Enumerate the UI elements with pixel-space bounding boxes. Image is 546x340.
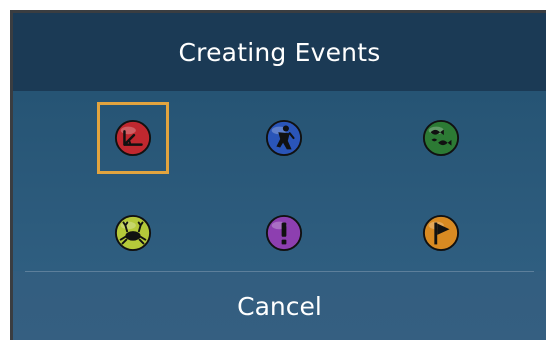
cancel-label: Cancel <box>237 291 322 321</box>
exclamation-icon <box>265 214 303 252</box>
dialog-panel: Creating Events Cancel <box>13 13 546 340</box>
dialog-title-bar: Creating Events <box>13 13 546 91</box>
measure-icon <box>114 119 152 157</box>
event-button-alert[interactable] <box>248 197 320 269</box>
diver-icon <box>265 119 303 157</box>
event-button-crab[interactable] <box>97 197 169 269</box>
event-button-flag[interactable] <box>405 197 477 269</box>
creating-events-dialog: Creating Events Cancel <box>10 10 546 340</box>
event-button-fish-school[interactable] <box>405 102 477 174</box>
screen: Creating Events Cancel <box>0 0 546 340</box>
dialog-title: Creating Events <box>178 37 381 67</box>
crab-icon <box>114 214 152 252</box>
event-button-diver[interactable] <box>248 102 320 174</box>
fish-school-icon <box>422 119 460 157</box>
event-icon-grid <box>13 91 546 271</box>
flag-icon <box>422 214 460 252</box>
event-button-measure[interactable] <box>97 102 169 174</box>
cancel-button[interactable]: Cancel <box>13 272 546 340</box>
